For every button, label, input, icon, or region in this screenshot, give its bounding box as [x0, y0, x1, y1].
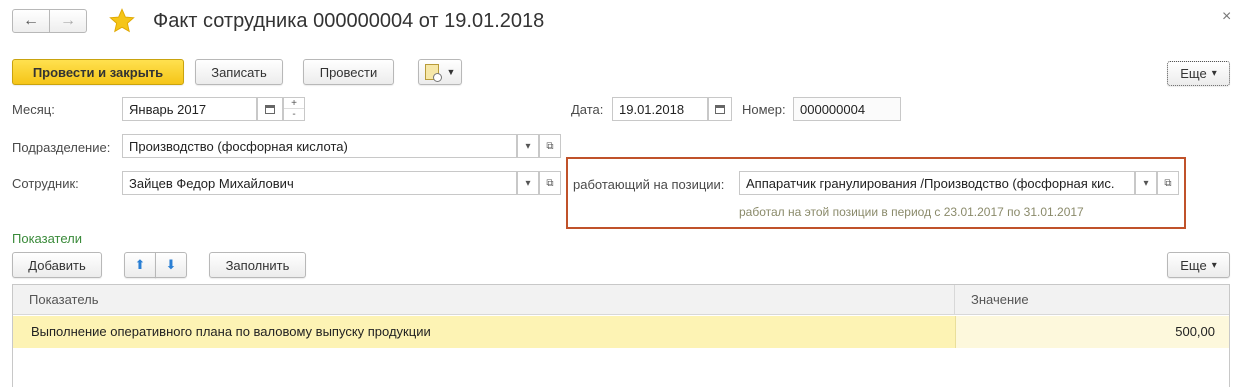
arrow-down-icon: ⬇	[165, 257, 177, 272]
employee-field[interactable]: Зайцев Федор Михайлович	[122, 171, 517, 195]
position-field[interactable]: Аппаратчик гранулирования /Производство …	[739, 171, 1135, 195]
move-up-button[interactable]: ⬆	[124, 252, 156, 278]
chevron-down-icon: ▾	[525, 177, 531, 189]
arrow-left-icon: ←	[23, 12, 39, 29]
date-label: Дата:	[571, 102, 604, 117]
step-down-icon[interactable]: -	[284, 109, 304, 120]
month-field[interactable]: Январь 2017	[122, 97, 257, 121]
chevron-down-icon: ▾	[1211, 68, 1217, 79]
open-form-icon: ⧉	[546, 177, 554, 189]
open-form-icon: ⧉	[1164, 177, 1172, 189]
department-dropdown-button[interactable]: ▾	[517, 134, 539, 158]
number-label: Номер:	[742, 102, 786, 117]
cell-indicator: Выполнение оперативного плана по валовом…	[31, 324, 431, 339]
position-label: работающий на позиции:	[573, 177, 725, 192]
employee-label: Сотрудник:	[12, 176, 79, 191]
employee-open-button[interactable]: ⧉	[539, 171, 561, 195]
chevron-down-icon: ▼	[446, 67, 456, 77]
step-up-icon[interactable]: +	[284, 98, 304, 109]
column-header-indicator[interactable]: Показатель	[13, 285, 955, 315]
indicators-table: Показатель Значение Выполнение оперативн…	[12, 284, 1230, 387]
table-row[interactable]: Выполнение оперативного плана по валовом…	[13, 316, 1229, 348]
move-down-button[interactable]: ⬇	[155, 252, 187, 278]
position-open-button[interactable]: ⧉	[1157, 171, 1179, 195]
chevron-down-icon: ▾	[525, 140, 531, 152]
employee-dropdown-button[interactable]: ▾	[517, 171, 539, 195]
month-label: Месяц:	[12, 102, 55, 117]
post-button[interactable]: Провести	[303, 59, 394, 85]
table-more-button[interactable]: Еще ▾	[1167, 252, 1230, 278]
forward-button[interactable]: →	[49, 9, 87, 33]
calendar-icon	[265, 104, 275, 114]
arrow-up-icon: ⬆	[134, 257, 146, 272]
month-calendar-button[interactable]	[257, 97, 283, 121]
chevron-down-icon: ▾	[1143, 177, 1149, 189]
back-button[interactable]: ←	[12, 9, 50, 33]
more-label: Еще	[1180, 257, 1207, 273]
calendar-icon	[715, 104, 725, 114]
more-button[interactable]: Еще ▾	[1167, 61, 1230, 86]
department-label: Подразделение:	[12, 140, 111, 155]
chevron-down-icon: ▾	[1211, 259, 1217, 271]
add-button[interactable]: Добавить	[12, 252, 102, 278]
indicators-section-title: Показатели	[12, 231, 82, 246]
fill-button[interactable]: Заполнить	[209, 252, 306, 278]
position-period-note: работал на этой позиции в период с 23.01…	[739, 205, 1084, 219]
department-field[interactable]: Производство (фосфорная кислота)	[122, 134, 517, 158]
department-open-button[interactable]: ⧉	[539, 134, 561, 158]
save-button[interactable]: Записать	[195, 59, 283, 85]
number-field[interactable]: 000000004	[793, 97, 901, 121]
date-calendar-button[interactable]	[708, 97, 732, 121]
favorite-star-icon[interactable]	[108, 7, 136, 35]
date-field[interactable]: 19.01.2018	[612, 97, 708, 121]
report-menu-button[interactable]: ▼	[418, 59, 462, 85]
close-icon[interactable]: ×	[1222, 8, 1231, 26]
page-title: Факт сотрудника 000000004 от 19.01.2018	[153, 10, 545, 32]
post-and-close-button[interactable]: Провести и закрыть	[12, 59, 184, 85]
column-header-value[interactable]: Значение	[955, 285, 1229, 315]
open-form-icon: ⧉	[546, 140, 554, 152]
document-report-icon	[424, 64, 442, 82]
more-label: Еще	[1180, 66, 1207, 81]
position-dropdown-button[interactable]: ▾	[1135, 171, 1157, 195]
arrow-right-icon: →	[60, 12, 76, 29]
month-stepper[interactable]: + -	[283, 97, 305, 121]
cell-value: 500,00	[1175, 324, 1215, 339]
